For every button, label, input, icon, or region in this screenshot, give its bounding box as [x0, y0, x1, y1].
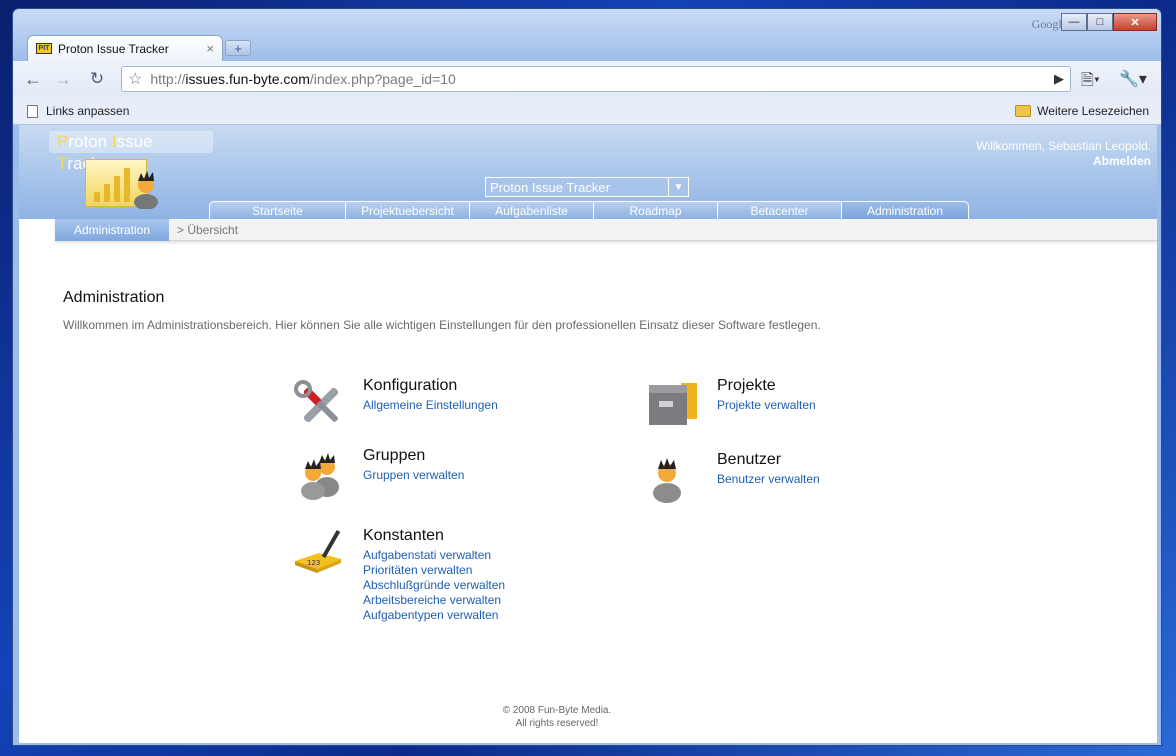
reload-icon[interactable]: ↻: [85, 67, 109, 91]
wrench-icon[interactable]: 🔧▾: [1119, 69, 1147, 89]
site-logo[interactable]: Proton Issue Tracker: [49, 131, 213, 173]
browser-toolbar: ← → ↻ ☆ http:// issues.fun-byte.com /ind…: [13, 61, 1161, 97]
close-tab-icon[interactable]: ×: [206, 41, 214, 56]
breadcrumb: > Übersicht: [177, 223, 239, 237]
browser-tab[interactable]: PIT Proton Issue Tracker ×: [27, 35, 223, 61]
konstanten-links: Aufgabenstati verwalten Prioritäten verw…: [363, 548, 505, 623]
benutzer-title: Benutzer: [717, 451, 782, 468]
welcome-text: Willkommen, Sebastian Leopold.: [976, 139, 1151, 153]
url-scheme: http://: [150, 71, 186, 87]
site-header: Proton Issue Tracker Willkommen, Sebasti…: [19, 125, 1157, 220]
nav-betacenter[interactable]: Betacenter: [717, 201, 841, 220]
svg-text:123: 123: [307, 559, 320, 567]
browser-window: Google — □ ✕ PIT Proton Issue Tracker × …: [12, 8, 1162, 746]
other-bookmarks[interactable]: Weitere Lesezeichen: [1015, 104, 1149, 118]
title-bar: Google — □ ✕ PIT Proton Issue Tracker × …: [13, 9, 1161, 61]
benutzer-links: Benutzer verwalten: [717, 472, 820, 487]
projekte-links: Projekte verwalten: [717, 398, 816, 413]
address-bar[interactable]: ☆ http:// issues.fun-byte.com /index.php…: [121, 66, 1071, 92]
favicon-icon: PIT: [36, 43, 52, 54]
footer: © 2008 Fun-Byte Media. All rights reserv…: [19, 704, 1095, 730]
users-icon: [301, 453, 339, 500]
link-projekte-verwalten[interactable]: Projekte verwalten: [717, 398, 816, 413]
link-prioritaeten[interactable]: Prioritäten verwalten: [363, 563, 505, 578]
tools-icon: [294, 380, 339, 423]
chevron-down-icon[interactable]: ▼: [668, 178, 688, 196]
footer-rights: All rights reserved!: [515, 718, 599, 729]
konfiguration-title: Konfiguration: [363, 377, 458, 394]
link-aufgabentypen[interactable]: Aufgabentypen verwalten: [363, 608, 505, 623]
tab-title: Proton Issue Tracker: [58, 41, 169, 56]
link-aufgabenstati[interactable]: Aufgabenstati verwalten: [363, 548, 505, 563]
other-bookmarks-label: Weitere Lesezeichen: [1037, 104, 1149, 118]
projekte-title: Projekte: [717, 377, 776, 394]
constants-icon: 123: [295, 530, 341, 573]
document-icon: [27, 104, 38, 118]
konfiguration-links: Allgemeine Einstellungen: [363, 398, 498, 413]
logo-person-icon: [134, 171, 158, 209]
star-icon[interactable]: ☆: [128, 69, 142, 89]
go-icon[interactable]: ▶: [1054, 71, 1064, 87]
nav-projektuebersicht[interactable]: Projektuebersicht: [345, 201, 469, 220]
link-allgemeine-einstellungen[interactable]: Allgemeine Einstellungen: [363, 398, 498, 413]
maximize-button[interactable]: □: [1087, 13, 1113, 31]
bookmark-links[interactable]: Links anpassen: [27, 104, 129, 118]
link-benutzer-verwalten[interactable]: Benutzer verwalten: [717, 472, 820, 487]
welcome-area: Willkommen, Sebastian Leopold. Abmelden: [976, 139, 1151, 169]
link-gruppen-verwalten[interactable]: Gruppen verwalten: [363, 468, 464, 483]
bookmarks-bar: Links anpassen Weitere Lesezeichen: [13, 97, 1161, 125]
konstanten-title: Konstanten: [363, 527, 444, 544]
page-title: Administration: [63, 289, 165, 306]
nav-roadmap[interactable]: Roadmap: [593, 201, 717, 220]
sub-navigation: Administration > Übersicht: [55, 219, 1157, 241]
subnav-administration[interactable]: Administration: [55, 219, 169, 241]
bookmark-links-label: Links anpassen: [46, 104, 130, 118]
nav-startseite[interactable]: Startseite: [209, 201, 345, 220]
web-page: Proton Issue Tracker Willkommen, Sebasti…: [19, 125, 1157, 743]
url-path: /index.php?page_id=10: [309, 71, 456, 87]
url-host: issues.fun-byte.com: [185, 71, 310, 87]
forward-icon[interactable]: →: [51, 67, 75, 91]
footer-copyright: © 2008 Fun-Byte Media.: [502, 705, 612, 716]
main-nav: Startseite Projektuebersicht Aufgabenlis…: [209, 201, 969, 220]
gruppen-links: Gruppen verwalten: [363, 468, 464, 483]
new-tab-button[interactable]: +: [225, 40, 251, 56]
project-select[interactable]: Proton Issue Tracker ▼: [485, 177, 689, 197]
page-menu-icon[interactable]: 🗎▾: [1081, 69, 1100, 96]
folder-icon: [1015, 105, 1032, 117]
gruppen-title: Gruppen: [363, 447, 426, 464]
cabinet-icon: [649, 383, 697, 425]
nav-aufgabenliste[interactable]: Aufgabenliste: [469, 201, 593, 220]
back-icon[interactable]: ←: [21, 67, 45, 91]
minimize-button[interactable]: —: [1061, 13, 1087, 31]
nav-administration[interactable]: Administration: [841, 201, 969, 220]
close-window-button[interactable]: ✕: [1113, 13, 1157, 31]
window-controls: — □ ✕: [1061, 13, 1157, 31]
link-arbeitsbereiche[interactable]: Arbeitsbereiche verwalten: [363, 593, 505, 608]
user-icon: [653, 458, 681, 503]
project-select-value: Proton Issue Tracker: [490, 179, 610, 195]
page-description: Willkommen im Administrationsbereich. Hi…: [63, 318, 821, 332]
link-abschlussgruende[interactable]: Abschlußgründe verwalten: [363, 578, 505, 593]
logout-link[interactable]: Abmelden: [976, 154, 1151, 169]
